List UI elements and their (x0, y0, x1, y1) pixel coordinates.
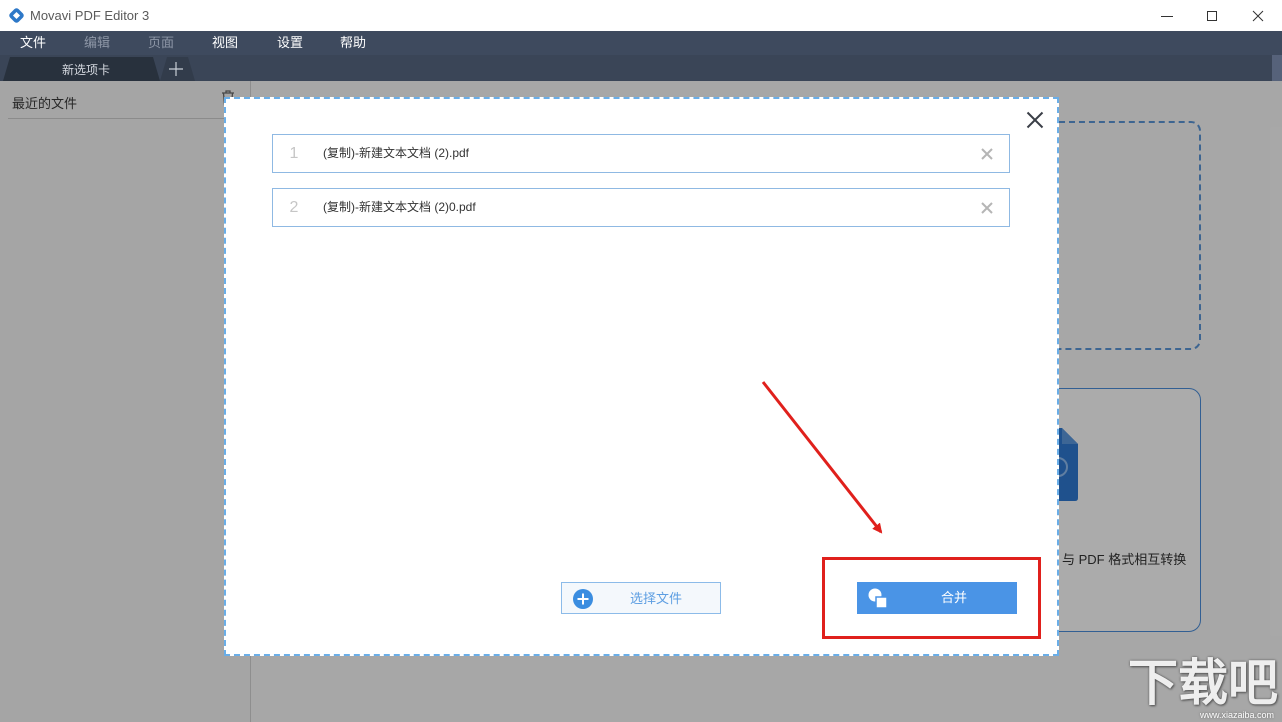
close-window-button[interactable] (1235, 0, 1281, 31)
merge-label: 合并 (941, 590, 968, 605)
close-icon (1026, 111, 1044, 129)
dialog-close-button[interactable] (1026, 111, 1044, 129)
menu-edit[interactable]: 编辑 (84, 35, 110, 51)
remove-file-button[interactable] (980, 147, 994, 161)
watermark-url: www.xiazaiba.com (1199, 710, 1274, 720)
menu-bar: 文件 编辑 页面 视图 设置 帮助 (0, 31, 1282, 55)
file-index: 1 (289, 145, 299, 162)
tab-bar: 新选项卡 (0, 55, 1282, 81)
tab-bar-scroll-area[interactable] (1272, 55, 1282, 81)
plus-icon (169, 62, 183, 76)
file-name: (复制)-新建文本文档 (2).pdf (323, 146, 470, 160)
menu-settings[interactable]: 设置 (277, 35, 303, 51)
minimize-icon (1161, 15, 1173, 17)
select-files-button[interactable]: 选择文件 (561, 582, 721, 614)
plus-circle-icon (572, 588, 594, 610)
menu-file[interactable]: 文件 (20, 35, 46, 51)
file-index: 2 (289, 199, 299, 216)
menu-help[interactable]: 帮助 (340, 35, 366, 51)
remove-icon (981, 148, 993, 160)
file-name: (复制)-新建文本文档 (2)0.pdf (323, 200, 476, 214)
tab-new[interactable]: 新选项卡 (40, 61, 132, 78)
merge-dialog: 1 (复制)-新建文本文档 (2).pdf 2 (复制)-新建文本文档 (2)0… (224, 97, 1059, 656)
remove-file-button[interactable] (980, 201, 994, 215)
title-bar: Movavi PDF Editor 3 (0, 0, 1282, 31)
minimize-button[interactable] (1144, 0, 1190, 31)
movavi-logo-icon (8, 7, 25, 24)
watermark-logo: 下载吧 (1128, 655, 1278, 711)
shapes-icon (867, 587, 889, 609)
add-tab-button[interactable] (163, 58, 189, 80)
file-list-item[interactable]: 2 (复制)-新建文本文档 (2)0.pdf (272, 188, 1010, 227)
close-icon (1252, 10, 1264, 21)
select-files-label: 选择文件 (630, 591, 683, 606)
remove-icon (981, 202, 993, 214)
menu-view[interactable]: 视图 (212, 35, 238, 51)
maximize-icon (1207, 10, 1217, 21)
menu-page[interactable]: 页面 (148, 35, 174, 51)
merge-button[interactable]: 合并 (857, 582, 1017, 614)
file-list-item[interactable]: 1 (复制)-新建文本文档 (2).pdf (272, 134, 1010, 173)
maximize-button[interactable] (1189, 0, 1235, 31)
window-title: Movavi PDF Editor 3 (30, 8, 150, 23)
